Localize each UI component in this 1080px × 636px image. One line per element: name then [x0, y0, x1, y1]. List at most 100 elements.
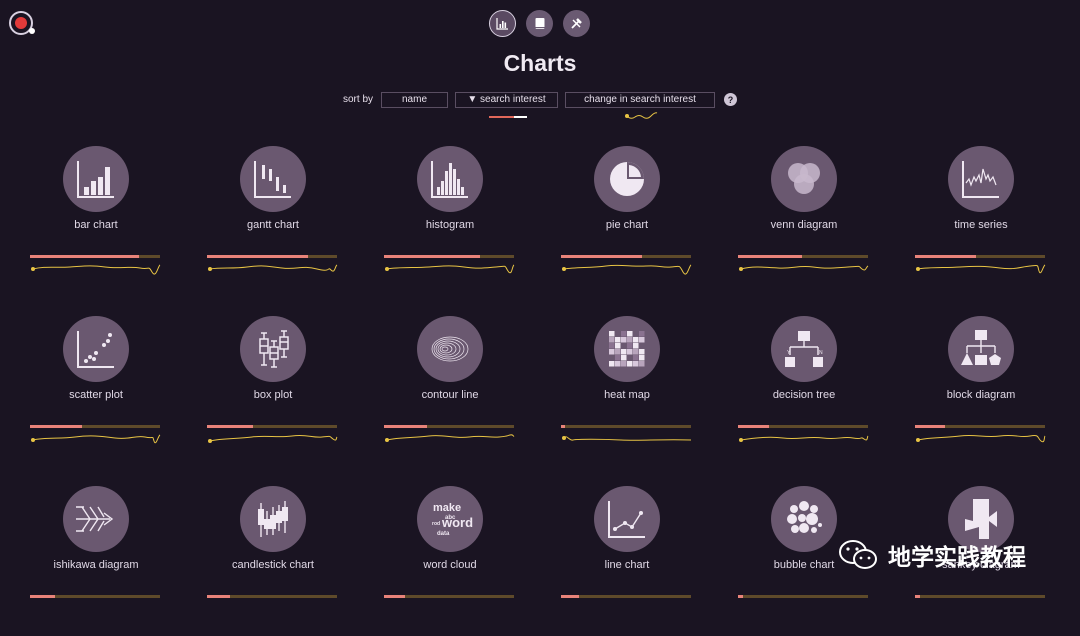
wechat-icon	[839, 540, 877, 569]
chart-card[interactable]: contour line	[384, 316, 516, 466]
sort-change-interest-button[interactable]: change in search interest	[565, 91, 716, 108]
heat-map-cell	[627, 361, 633, 367]
chart-label: decision tree	[772, 389, 836, 401]
change-interest-indicator	[625, 112, 658, 119]
chart-icon-circle	[63, 146, 129, 212]
chart-label: line chart	[604, 559, 650, 571]
chart-card[interactable]: venn diagram	[738, 146, 870, 296]
block-diagram-icon	[961, 330, 1001, 365]
heat-map-cell	[621, 355, 627, 361]
histogram-icon	[431, 161, 468, 198]
chart-card[interactable]: heat map	[561, 316, 693, 466]
interest-bar	[738, 425, 868, 428]
heat-map-cell	[609, 337, 615, 343]
chart-label: bar chart	[74, 219, 118, 231]
search-interest-indicator	[489, 116, 527, 118]
heat-map-cell	[633, 331, 639, 337]
interest-bar	[207, 595, 337, 598]
chart-card[interactable]: box plot	[207, 316, 339, 466]
chart-icon-circle	[240, 486, 306, 552]
heat-map-cell	[639, 331, 645, 337]
chart-card[interactable]: Y N decision tree	[738, 316, 870, 466]
nav-charts-button[interactable]	[489, 10, 516, 37]
chart-card[interactable]: gantt chart	[207, 146, 339, 296]
interest-bar	[207, 255, 337, 258]
chart-card[interactable]: bar chart	[30, 146, 162, 296]
chart-icon-circle	[771, 146, 837, 212]
chart-card[interactable]: line chart	[561, 486, 693, 636]
heat-map-cell	[621, 337, 627, 343]
chart-icon-circle	[594, 316, 660, 382]
chart-label: word cloud	[423, 559, 477, 571]
chart-card[interactable]: pie chart	[561, 146, 693, 296]
heat-map-cell	[621, 331, 627, 337]
heat-map-cell	[639, 349, 645, 355]
time-series-icon	[962, 161, 999, 198]
interest-bar	[915, 425, 1045, 428]
sort-bar: sort by name ▼ search interest change in…	[343, 91, 738, 108]
heat-map-cell	[633, 349, 639, 355]
chart-icon-circle	[594, 486, 660, 552]
heat-map-cell	[633, 361, 639, 367]
chart-label: ishikawa diagram	[53, 559, 139, 571]
candlestick-chart-icon	[258, 501, 288, 537]
bar-chart-icon	[496, 18, 508, 30]
chart-label: candlestick chart	[232, 559, 314, 571]
heat-map-cell	[609, 361, 615, 367]
chart-card[interactable]: ishikawa diagram	[30, 486, 162, 636]
trend-sparkline	[208, 434, 338, 443]
chart-card[interactable]: block diagram	[915, 316, 1047, 466]
chart-card[interactable]: histogram	[384, 146, 516, 296]
heat-map-cell	[639, 343, 645, 349]
chart-label: venn diagram	[770, 219, 838, 231]
trend-sparkline	[385, 434, 515, 442]
trend-sparkline	[562, 264, 692, 275]
sort-search-interest-button[interactable]: ▼ search interest	[455, 91, 559, 108]
heat-map-cell	[615, 331, 621, 337]
ishikawa-diagram-icon	[76, 506, 114, 532]
chart-card[interactable]: time series	[915, 146, 1047, 296]
chart-icon-circle	[948, 146, 1014, 212]
interest-bar	[738, 595, 868, 598]
heat-map-cell	[621, 343, 627, 349]
watermark: 地学实践教程	[838, 538, 1026, 572]
heat-map-cell	[609, 331, 615, 337]
heat-map-cell	[615, 343, 621, 349]
heat-map-icon	[609, 331, 645, 367]
sort-name-button[interactable]: name	[381, 91, 449, 108]
trend-sparkline	[385, 264, 515, 274]
chart-card[interactable]: scatter plot	[30, 316, 162, 466]
heat-map-cell	[621, 349, 627, 355]
app-logo[interactable]	[9, 11, 35, 35]
trend-sparkline	[208, 264, 338, 272]
chart-card[interactable]: candlestick chart	[207, 486, 339, 636]
nav-tools-button[interactable]	[563, 10, 590, 37]
chart-label: heat map	[604, 389, 650, 401]
interest-bar	[915, 595, 1045, 598]
top-nav	[489, 10, 590, 37]
word-cloud-word: rod	[432, 521, 440, 527]
chart-card[interactable]: make abc rod word data word cloud	[384, 486, 516, 636]
interest-bar	[561, 595, 691, 598]
chart-icon-circle	[240, 316, 306, 382]
interest-bar	[207, 425, 337, 428]
sankey-diagram-icon	[965, 499, 997, 539]
gantt-chart-icon	[254, 161, 291, 198]
chart-icon-circle	[771, 486, 837, 552]
heat-map-cell	[609, 343, 615, 349]
heat-map-cell	[615, 349, 621, 355]
heat-map-cell	[615, 355, 621, 361]
word-cloud-word: make	[433, 502, 461, 514]
nav-book-button[interactable]	[526, 10, 553, 37]
interest-bar	[738, 255, 868, 258]
help-button[interactable]: ?	[724, 93, 738, 106]
chart-icon-circle	[594, 146, 660, 212]
interest-bar	[384, 425, 514, 428]
chart-icon-circle: make abc rod word data	[417, 486, 483, 552]
trend-sparkline	[916, 434, 1046, 443]
book-icon	[535, 18, 544, 29]
heat-map-cell	[615, 361, 621, 367]
box-plot-icon	[259, 330, 289, 368]
chart-label: scatter plot	[69, 389, 123, 401]
chart-icon-circle	[63, 486, 129, 552]
